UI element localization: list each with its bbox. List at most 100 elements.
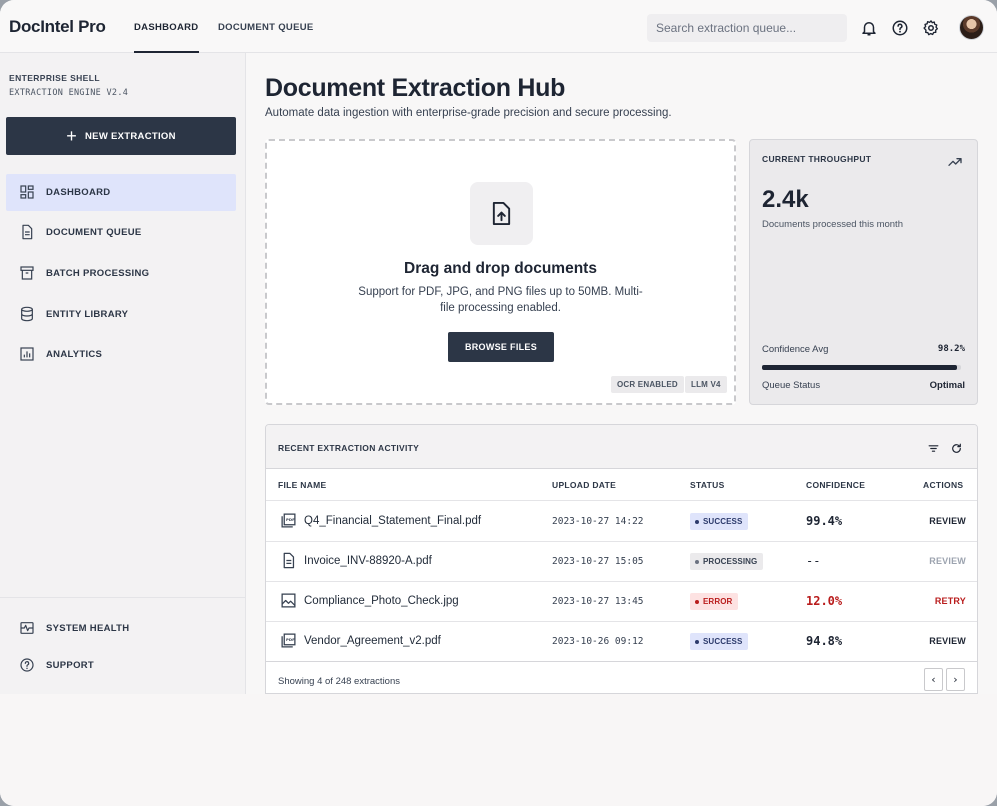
brand-logo[interactable]: DocIntel Pro xyxy=(9,17,106,37)
refresh-icon[interactable] xyxy=(950,442,963,455)
dropzone-description: Support for PDF, JPG, and PNG files up t… xyxy=(358,286,643,314)
trending-up-icon xyxy=(948,158,962,166)
review-action[interactable]: REVIEW xyxy=(929,516,966,526)
file-name[interactable]: Compliance_Photo_Check.jpg xyxy=(304,595,459,607)
shell-title: ENTERPRISE SHELL xyxy=(9,73,100,83)
document-icon xyxy=(283,552,295,569)
upload-icon-box xyxy=(470,182,533,245)
upload-date: 2023-10-27 13:45 xyxy=(552,596,644,607)
filter-icon[interactable] xyxy=(927,442,940,455)
sidebar-item-analytics[interactable]: ANALYTICS xyxy=(6,336,236,373)
support-icon xyxy=(20,658,34,672)
sidebar-item-label: SYSTEM HEALTH xyxy=(46,623,130,634)
retry-action[interactable]: RETRY xyxy=(935,596,966,606)
sidebar-divider xyxy=(0,597,245,598)
sidebar: ENTERPRISE SHELL EXTRACTION ENGINE V2.4 … xyxy=(0,53,246,694)
column-header-confidence[interactable]: CONFIDENCE xyxy=(806,480,865,490)
top-bar: DocIntel Pro DASHBOARD DOCUMENT QUEUE xyxy=(0,0,997,53)
file-name[interactable]: Invoice_INV-88920-A.pdf xyxy=(304,555,432,567)
queue-status-label: Queue Status xyxy=(762,380,821,391)
upload-date: 2023-10-27 14:22 xyxy=(552,516,644,527)
confidence-progress-fill xyxy=(762,365,958,370)
table-footer: Showing 4 of 248 extractions ‹ › xyxy=(266,661,977,693)
column-header-file-name[interactable]: FILE NAME xyxy=(278,480,327,490)
bell-icon[interactable] xyxy=(860,19,878,37)
upload-file-icon xyxy=(492,201,511,225)
health-icon xyxy=(20,622,34,634)
column-header-status[interactable]: STATUS xyxy=(690,480,725,490)
table-row[interactable]: PDF Vendor_Agreement_v2.pdf 2023-10-26 0… xyxy=(266,621,977,661)
queue-status-value: Optimal xyxy=(929,380,965,391)
throughput-description: Documents processed this month xyxy=(762,219,903,230)
status-label: ERROR xyxy=(703,597,733,606)
sidebar-item-document-queue[interactable]: DOCUMENT QUEUE xyxy=(6,214,236,251)
plus-icon: + xyxy=(66,126,78,146)
activity-title: RECENT EXTRACTION ACTIVITY xyxy=(278,443,420,453)
file-name[interactable]: Vendor_Agreement_v2.pdf xyxy=(304,635,441,647)
status-label: SUCCESS xyxy=(703,517,743,526)
pdf-icon: PDF xyxy=(281,513,296,528)
activity-table-header: RECENT EXTRACTION ACTIVITY xyxy=(266,425,977,469)
gear-icon[interactable] xyxy=(922,19,940,37)
confidence-label: Confidence Avg xyxy=(762,344,829,355)
empty-area xyxy=(0,694,997,806)
column-header-actions: ACTIONS xyxy=(923,480,964,490)
sidebar-item-system-health[interactable]: SYSTEM HEALTH xyxy=(6,610,236,647)
confidence-row: Confidence Avg 98.2% xyxy=(762,344,965,355)
shell-subtitle: EXTRACTION ENGINE V2.4 xyxy=(9,88,129,98)
column-header-upload-date[interactable]: UPLOAD DATE xyxy=(552,480,616,490)
tab-document-queue[interactable]: DOCUMENT QUEUE xyxy=(218,22,314,53)
browse-files-button[interactable]: BROWSE FILES xyxy=(448,332,554,362)
confidence-value: 99.4% xyxy=(806,514,843,528)
sidebar-item-label: ANALYTICS xyxy=(46,349,103,360)
sidebar-item-batch-processing[interactable]: BATCH PROCESSING xyxy=(6,255,236,292)
sidebar-item-support[interactable]: SUPPORT xyxy=(6,647,236,684)
page-subtitle: Automate data ingestion with enterprise-… xyxy=(265,107,672,119)
user-avatar[interactable] xyxy=(959,15,984,40)
status-badge: SUCCESS xyxy=(690,513,749,530)
status-badge: SUCCESS xyxy=(690,633,749,650)
throughput-value: 2.4k xyxy=(762,186,809,213)
pagination-summary: Showing 4 of 248 extractions xyxy=(278,676,400,687)
sidebar-item-label: DOCUMENT QUEUE xyxy=(46,227,142,238)
svg-text:PDF: PDF xyxy=(286,637,295,642)
dashboard-icon xyxy=(20,185,34,199)
image-icon xyxy=(281,593,296,608)
prev-page-button[interactable]: ‹ xyxy=(924,668,943,691)
sidebar-item-label: BATCH PROCESSING xyxy=(46,268,150,279)
next-page-button[interactable]: › xyxy=(946,668,965,691)
table-row[interactable]: Invoice_INV-88920-A.pdf 2023-10-27 15:05… xyxy=(266,541,977,581)
app-window: DocIntel Pro DASHBOARD DOCUMENT QUEUE EN… xyxy=(0,0,997,806)
sidebar-item-dashboard[interactable]: DASHBOARD xyxy=(6,174,236,211)
confidence-value: 12.0% xyxy=(806,594,843,608)
search-input[interactable] xyxy=(647,14,847,42)
database-icon xyxy=(21,306,33,322)
tab-dashboard[interactable]: DASHBOARD xyxy=(134,22,199,53)
table-row[interactable]: PDF Q4_Financial_Statement_Final.pdf 202… xyxy=(266,501,977,541)
new-extraction-label: NEW EXTRACTION xyxy=(85,130,176,142)
svg-text:PDF: PDF xyxy=(286,517,295,522)
sidebar-item-entity-library[interactable]: ENTITY LIBRARY xyxy=(6,296,236,333)
archive-icon xyxy=(20,266,34,280)
status-badge: PROCESSING xyxy=(690,553,764,570)
llm-chip: LLM V4 xyxy=(685,376,727,393)
new-extraction-button[interactable]: + NEW EXTRACTION xyxy=(6,117,236,155)
dropzone-title: Drag and drop documents xyxy=(404,260,597,277)
upload-dropzone[interactable]: Drag and drop documents Support for PDF,… xyxy=(265,139,736,405)
file-name[interactable]: Q4_Financial_Statement_Final.pdf xyxy=(304,515,481,527)
activity-table: RECENT EXTRACTION ACTIVITY FILE NAME UPL… xyxy=(265,424,978,694)
document-icon xyxy=(22,224,33,240)
queue-status-row: Queue Status Optimal xyxy=(762,380,965,391)
review-action-disabled: REVIEW xyxy=(929,556,966,566)
help-icon[interactable] xyxy=(891,19,909,37)
sidebar-item-label: DASHBOARD xyxy=(46,187,111,198)
analytics-icon xyxy=(20,347,34,361)
sidebar-item-label: ENTITY LIBRARY xyxy=(46,309,129,320)
throughput-title: CURRENT THROUGHPUT xyxy=(762,154,872,164)
pdf-icon: PDF xyxy=(281,633,296,648)
table-row[interactable]: Compliance_Photo_Check.jpg 2023-10-27 13… xyxy=(266,581,977,621)
review-action[interactable]: REVIEW xyxy=(929,636,966,646)
confidence-value: 98.2% xyxy=(937,344,965,354)
upload-date: 2023-10-27 15:05 xyxy=(552,556,644,567)
sidebar-item-label: SUPPORT xyxy=(46,660,95,671)
